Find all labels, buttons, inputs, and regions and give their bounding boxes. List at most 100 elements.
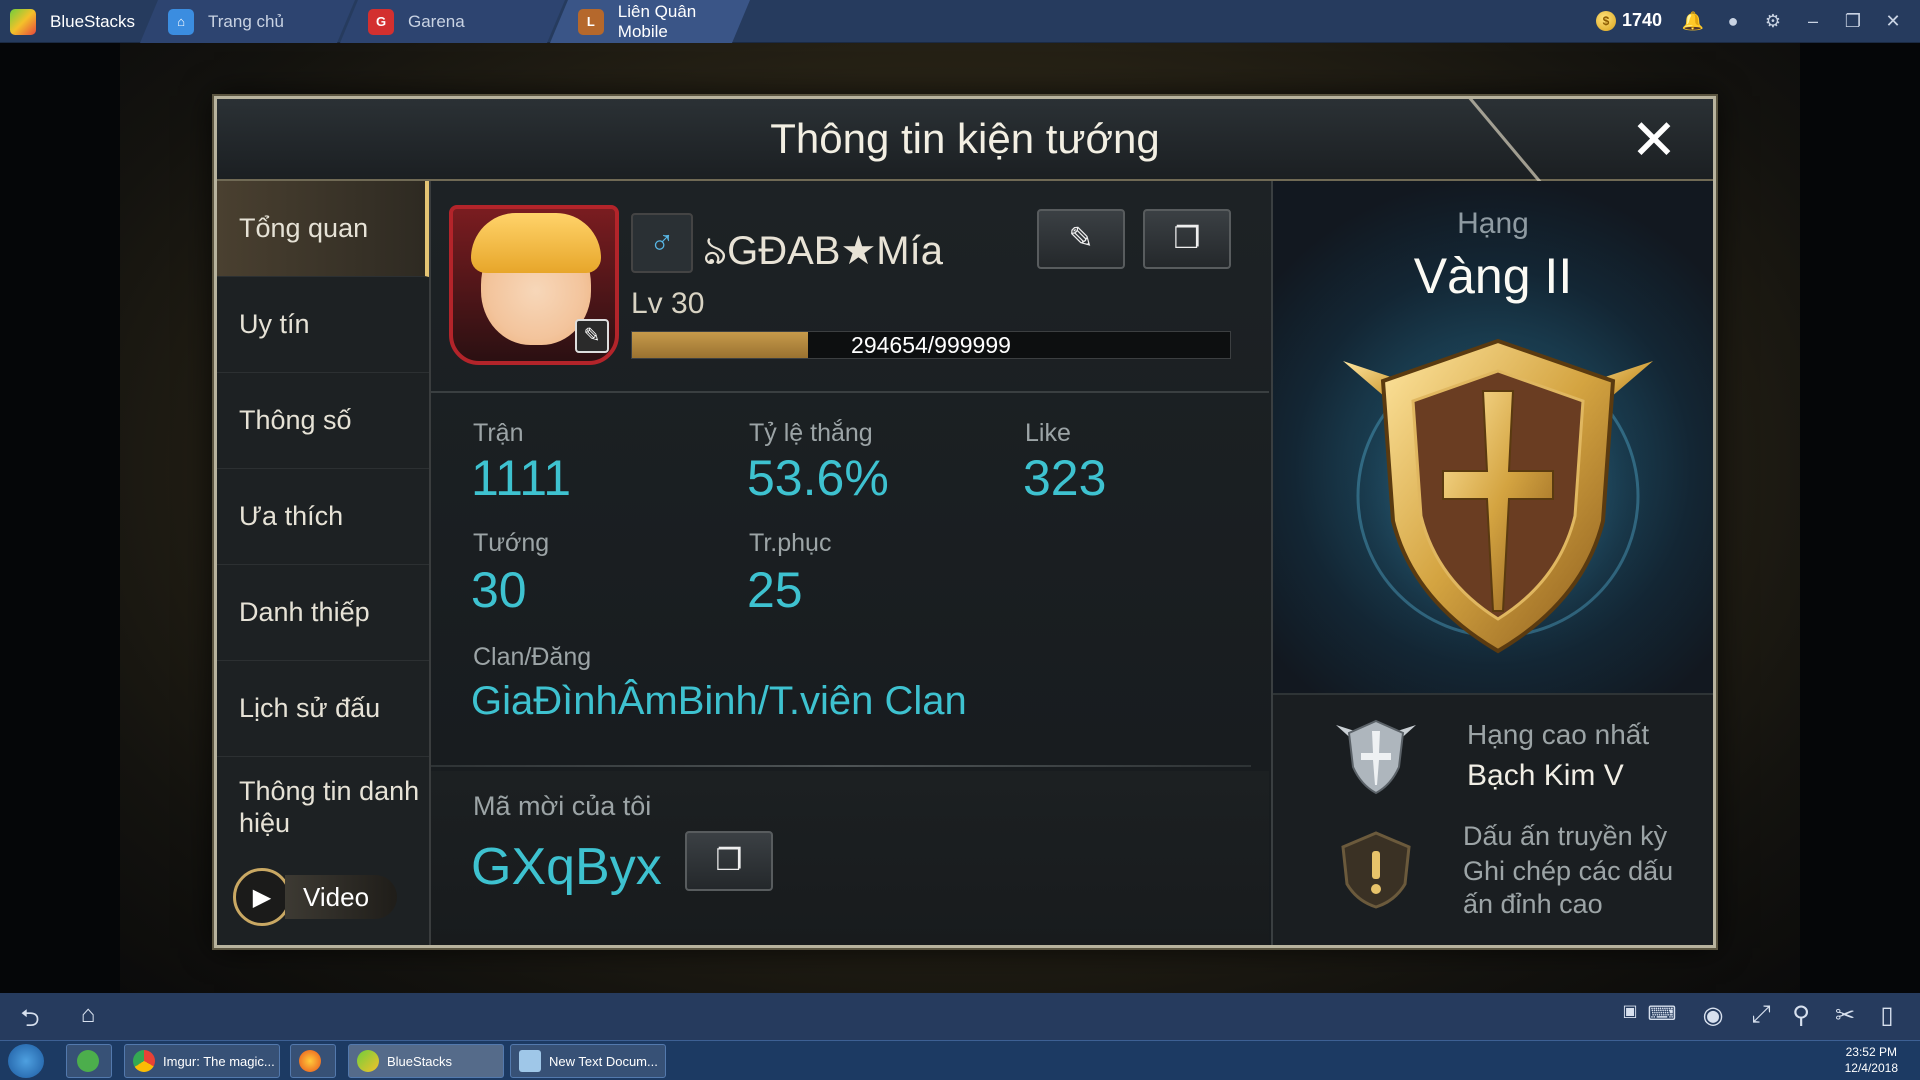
window-mode-icon[interactable]: ▣ [1620, 1001, 1640, 1031]
windows-taskbar: Imgur: The magic... BlueStacks New Text … [0, 1040, 1920, 1080]
avatar-hair [471, 213, 601, 273]
close-window-icon[interactable]: ✕ [1880, 8, 1906, 34]
section-divider [431, 765, 1251, 767]
bluestacks-logo-icon [10, 8, 36, 35]
taskbar-notepad-label: New Text Docum... [549, 1053, 658, 1069]
scissors-icon[interactable]: ✂ [1828, 1001, 1862, 1031]
best-rank-label: Hạng cao nhất [1467, 719, 1650, 750]
lien-quan-icon: L [578, 9, 604, 35]
winrate-label: Tỷ lệ thắng [749, 419, 873, 447]
pencil-icon: ✎ [1068, 222, 1094, 255]
rank-history: Hạng cao nhất Bạch Kim V Dấu ấn truyền k… [1273, 693, 1713, 945]
skins-label: Tr.phục [749, 529, 832, 557]
taskbar-bluestacks[interactable]: BlueStacks [348, 1044, 504, 1078]
avatar-edit-icon[interactable]: ✎ [575, 319, 609, 353]
male-icon[interactable]: ♂ [631, 213, 693, 273]
legacy-title[interactable]: Dấu ấn truyền kỳ [1463, 821, 1667, 852]
bluestacks-title-bar: BlueStacks ⌂ Trang chủ G Garena L Liên Q… [0, 0, 1920, 43]
sidebar-item-reputation[interactable]: Uy tín [217, 277, 429, 373]
home-icon: ⌂ [168, 9, 194, 35]
like-label: Like [1025, 419, 1071, 447]
system-clock[interactable]: 23:52 PM 12/4/2018 [1845, 1044, 1898, 1076]
copy-invite-button[interactable]: ❐ [685, 831, 773, 891]
legacy-badge-icon [1341, 831, 1411, 909]
skins-value: 25 [747, 562, 803, 618]
video-button[interactable]: ▶ Video [233, 867, 411, 927]
sidebar-nav: Tổng quan Uy tín Thông số Ưa thích Danh … [217, 181, 431, 945]
sidebar-item-stats[interactable]: Thông số [217, 373, 429, 469]
app-name: BlueStacks [50, 11, 136, 31]
winrate-value: 53.6% [747, 450, 889, 506]
keyboard-icon[interactable]: ⌨ [1645, 1001, 1679, 1031]
tab-home-label: Trang chủ [208, 11, 284, 31]
bluestacks-bottom-bar: ⮌ ⌂ ▣ ⌨ ◉ ⤢ ⚲ ✂ ▯ [0, 993, 1920, 1040]
player-info-panel: Thông tin kiện tướng ✕ Tổng quan Uy tín … [214, 96, 1716, 948]
platinum-rank-icon [1336, 719, 1416, 795]
minimize-icon[interactable]: – [1800, 8, 1826, 34]
windows-start-icon[interactable] [8, 1044, 44, 1078]
sidebar-item-match-history[interactable]: Lịch sử đấu [217, 661, 429, 757]
rank-current: Hạng Vàng II [1273, 181, 1713, 693]
clock-date: 12/4/2018 [1844, 1061, 1898, 1075]
profile-section: ✎ ♂ ঌGĐAB★Mía ✎ ❐ Lv 30 294654/999999 [431, 181, 1269, 393]
like-value: 323 [1023, 450, 1107, 506]
location-icon[interactable]: ⚲ [1786, 1001, 1816, 1031]
taskbar-chrome[interactable]: Imgur: The magic... [124, 1044, 280, 1078]
close-button[interactable]: ✕ [1625, 111, 1683, 169]
heroes-value: 30 [471, 562, 527, 618]
chrome-icon [133, 1050, 155, 1072]
pinned-app-icon[interactable] [66, 1044, 112, 1078]
panel-header: Thông tin kiện tướng ✕ [217, 99, 1713, 181]
bluestacks-logo-tab[interactable]: BlueStacks [10, 0, 135, 43]
bluestacks-icon [357, 1050, 379, 1072]
rank-name: Vàng II [1413, 248, 1573, 304]
edit-name-button[interactable]: ✎ [1037, 209, 1125, 269]
restore-icon[interactable]: ❐ [1840, 8, 1866, 34]
notepad-icon [519, 1050, 541, 1072]
clan-value[interactable]: GiaĐìnhÂmBinh/T.viên Clan [471, 679, 967, 724]
garena-icon: G [368, 9, 394, 35]
matches-value: 1111 [471, 450, 572, 506]
best-rank-value: Bạch Kim V [1467, 759, 1624, 792]
invite-section: Mã mời của tôi GXqByx ❐ [431, 771, 1269, 945]
sidebar-item-favorites[interactable]: Ưa thích [217, 469, 429, 565]
sidebar-item-overview[interactable]: Tổng quan [217, 181, 429, 277]
coin-balance[interactable]: $ 1740 [1596, 10, 1662, 31]
taskbar-firefox[interactable] [290, 1044, 336, 1078]
gear-icon[interactable]: ⚙ [1760, 8, 1786, 34]
tab-lien-quan-mobile[interactable]: L Liên Quân Mobile [550, 0, 750, 43]
eye-icon[interactable]: ◉ [1696, 1001, 1730, 1031]
home-nav-icon[interactable]: ⌂ [68, 1001, 108, 1031]
account-icon[interactable]: ● [1720, 8, 1746, 34]
heroes-label: Tướng [473, 529, 550, 557]
sidebar-item-title-info[interactable]: Thông tin danh hiệu [217, 757, 429, 857]
copy-name-button[interactable]: ❐ [1143, 209, 1231, 269]
sidebar-item-namecard[interactable]: Danh thiếp [217, 565, 429, 661]
matches-label: Trận [473, 419, 524, 447]
taskbar-chrome-label: Imgur: The magic... [163, 1053, 275, 1069]
rank-panel: Hạng Vàng II Hạng cao nhất Bạch Kim V Dấ… [1271, 181, 1713, 945]
firefox-icon [299, 1050, 321, 1072]
avatar[interactable]: ✎ [449, 205, 619, 365]
xp-progress-bar: 294654/999999 [631, 331, 1231, 359]
stats-section: Trận 1111 Tỷ lệ thắng 53.6% Like 323 Tướ… [431, 395, 1269, 765]
clan-label: Clan/Đăng [473, 643, 592, 671]
rank-label: Hạng [1457, 207, 1529, 240]
copy-icon: ❐ [715, 844, 743, 877]
tab-garena[interactable]: G Garena [340, 0, 565, 43]
player-level: Lv 30 [631, 287, 705, 320]
bell-icon[interactable]: 🔔 [1680, 8, 1706, 34]
tab-home[interactable]: ⌂ Trang chủ [140, 0, 355, 43]
back-icon[interactable]: ⮌ [12, 1001, 48, 1032]
rotate-device-icon[interactable]: ▯ [1872, 1001, 1902, 1031]
invite-label: Mã mời của tôi [473, 791, 652, 821]
legacy-description: Ghi chép các dấu ấn đỉnh cao [1463, 856, 1674, 919]
fullscreen-icon[interactable]: ⤢ [1744, 1001, 1778, 1031]
gold-rank-emblem-icon [1338, 336, 1658, 656]
panel-title: Thông tin kiện tướng [770, 115, 1160, 162]
player-name: ঌGĐAB★Mía [703, 229, 943, 273]
copy-icon: ❐ [1173, 222, 1201, 255]
invite-code: GXqByx [471, 838, 662, 896]
taskbar-notepad[interactable]: New Text Docum... [510, 1044, 666, 1078]
coin-count: 1740 [1622, 10, 1663, 30]
